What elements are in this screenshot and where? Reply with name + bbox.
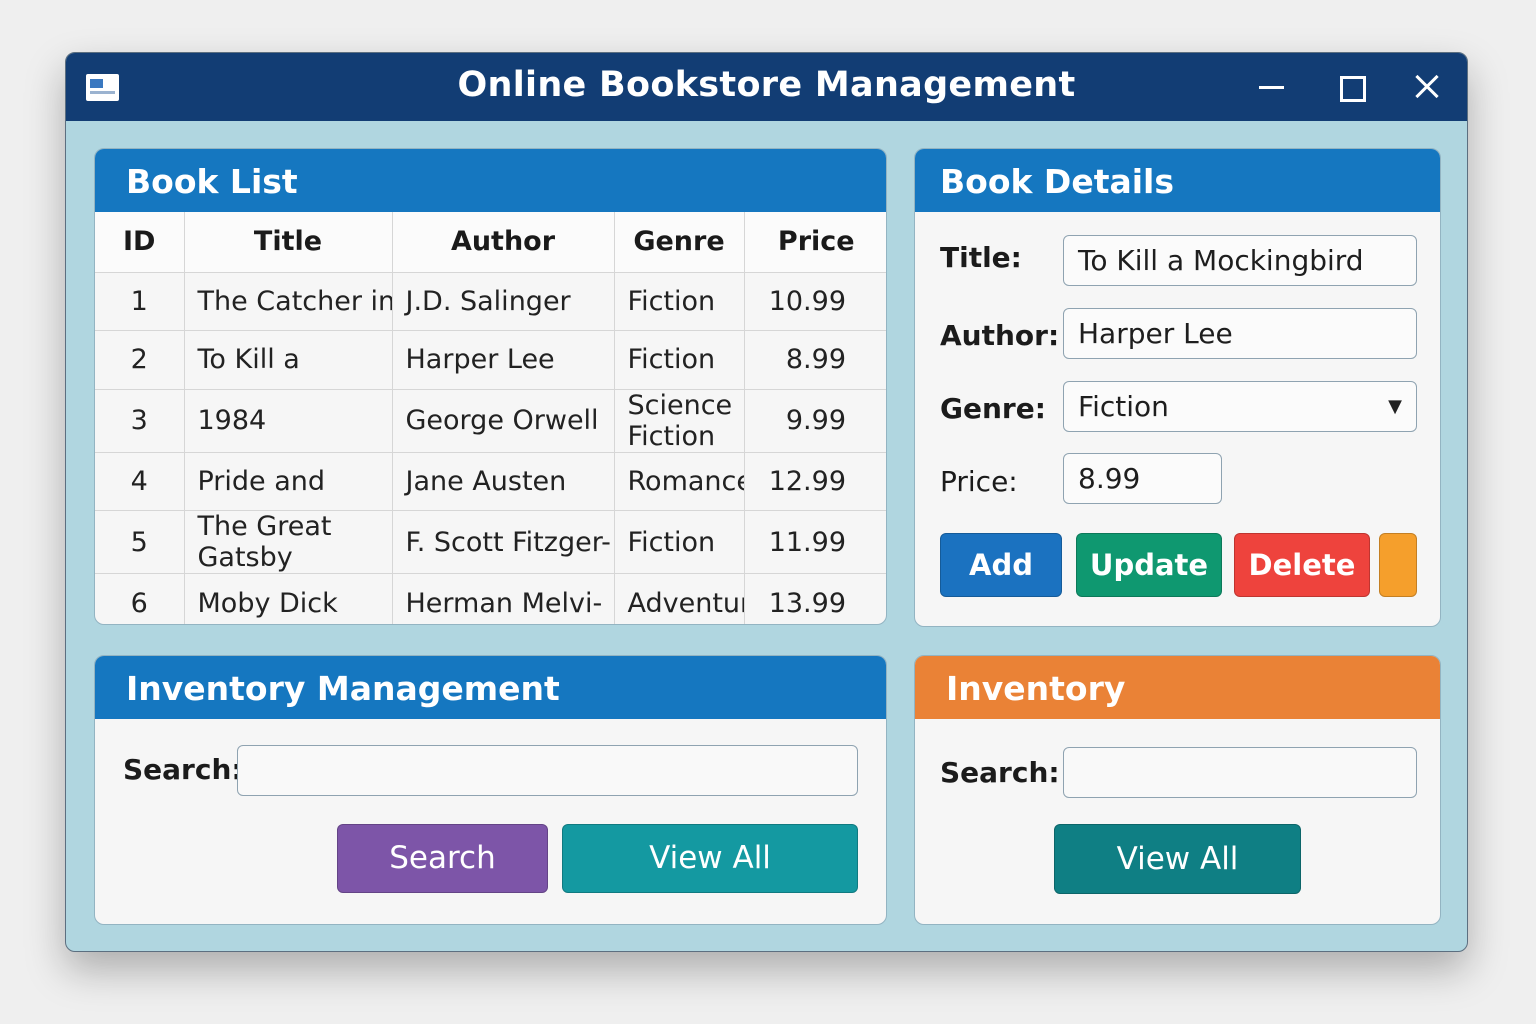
- title-label: Title:: [940, 241, 1022, 274]
- cell-price: 12.99: [744, 452, 886, 511]
- cell-title: 1984: [184, 389, 393, 453]
- search-input[interactable]: [237, 745, 858, 796]
- cell-id: 6: [95, 573, 185, 624]
- inventory-search-label: Search:: [940, 756, 1060, 789]
- view-all-button[interactable]: View All: [562, 824, 858, 893]
- table-row[interactable]: 6 Moby Dick Herman Melvi- Adventure 13.9…: [95, 573, 886, 624]
- table-row[interactable]: 3 1984 George Orwell Science Fiction 9.9…: [95, 389, 886, 453]
- search-button[interactable]: Search: [337, 824, 548, 893]
- cell-price: 11.99: [744, 510, 886, 574]
- cell-author: Herman Melvi-: [392, 573, 615, 624]
- cell-id: 2: [95, 330, 185, 390]
- book-list-panel: Book List ID Title Author Genre Price 1 …: [94, 148, 887, 625]
- column-header-author[interactable]: Author: [392, 212, 615, 273]
- title-bar: Online Bookstore Management: [66, 53, 1467, 121]
- cell-id: 4: [95, 452, 185, 511]
- inventory-search-input[interactable]: [1063, 747, 1417, 798]
- book-table: ID Title Author Genre Price 1 The Catche…: [95, 212, 886, 624]
- genre-label: Genre:: [940, 392, 1046, 425]
- cell-id: 1: [95, 272, 185, 331]
- maximize-icon[interactable]: [1332, 69, 1368, 105]
- price-label: Price:: [940, 465, 1018, 498]
- delete-button[interactable]: Delete: [1234, 533, 1370, 597]
- cell-genre: Fiction: [614, 330, 745, 390]
- cell-price: 13.99: [768, 587, 846, 619]
- minimize-icon[interactable]: [1254, 69, 1290, 105]
- cell-author: J.D. Salinger: [392, 272, 615, 331]
- inventory-header: Inventory: [915, 656, 1440, 719]
- column-header-genre[interactable]: Genre: [614, 212, 745, 273]
- cell-price: 9.99: [744, 389, 886, 453]
- dropdown-arrow-icon: ▼: [1388, 396, 1402, 417]
- close-icon[interactable]: [1409, 69, 1445, 105]
- table-row[interactable]: 1 The Catcher in J.D. Salinger Fiction 1…: [95, 272, 886, 331]
- cell-title: To Kill a: [184, 330, 393, 390]
- genre-select-value: Fiction: [1078, 390, 1169, 423]
- genre-select[interactable]: Fiction ▼: [1063, 381, 1417, 432]
- cell-author: George Orwell: [392, 389, 615, 453]
- cell-genre: Fiction: [614, 272, 745, 331]
- update-button[interactable]: Update: [1076, 533, 1222, 597]
- cell-genre: Adventure: [614, 573, 745, 624]
- cell-price: 8.99: [744, 330, 886, 390]
- book-list-header: Book List: [95, 149, 886, 212]
- author-label: Author:: [940, 319, 1060, 352]
- cell-price: 10.99: [744, 272, 886, 331]
- table-row[interactable]: 2 To Kill a Harper Lee Fiction 8.99: [95, 330, 886, 390]
- extra-action-button[interactable]: [1379, 533, 1417, 597]
- cell-title: Pride and: [184, 452, 393, 511]
- cell-title: Moby Dick: [184, 573, 393, 624]
- cell-author: Jane Austen: [392, 452, 615, 511]
- cell-genre: Romance: [614, 452, 745, 511]
- inventory-management-header: Inventory Management: [95, 656, 886, 719]
- cell-id: 3: [95, 389, 185, 453]
- cell-genre: Science Fiction: [614, 389, 745, 453]
- column-header-id[interactable]: ID: [95, 212, 185, 273]
- inventory-management-panel: Inventory Management Search: Search View…: [94, 655, 887, 925]
- table-row[interactable]: 4 Pride and Jane Austen Romance 12.99: [95, 452, 886, 511]
- cell-title: The Catcher in: [184, 272, 393, 331]
- cell-id: 5: [95, 510, 185, 574]
- inventory-panel: Inventory Search: View All: [914, 655, 1441, 925]
- cell-title: The Great Gatsby: [184, 510, 393, 574]
- cell-author: F. Scott Fitzger-: [392, 510, 615, 574]
- inventory-view-all-button[interactable]: View All: [1054, 824, 1301, 894]
- book-details-panel: Book Details Title: To Kill a Mockingbir…: [914, 148, 1441, 627]
- column-header-price[interactable]: Price: [744, 212, 886, 273]
- table-row[interactable]: 5 The Great Gatsby F. Scott Fitzger- Fic…: [95, 510, 886, 574]
- column-header-title[interactable]: Title: [184, 212, 393, 273]
- title-field[interactable]: To Kill a Mockingbird: [1063, 235, 1417, 286]
- price-field[interactable]: 8.99: [1063, 453, 1222, 504]
- author-field[interactable]: Harper Lee: [1063, 308, 1417, 359]
- cell-author: Harper Lee: [392, 330, 615, 390]
- book-details-header: Book Details: [915, 149, 1440, 212]
- app-window: Online Bookstore Management Book List ID…: [65, 52, 1468, 952]
- search-label: Search:: [123, 753, 243, 786]
- add-button[interactable]: Add: [940, 533, 1062, 597]
- cell-genre: Fiction: [614, 510, 745, 574]
- table-header-row: ID Title Author Genre Price: [95, 212, 886, 273]
